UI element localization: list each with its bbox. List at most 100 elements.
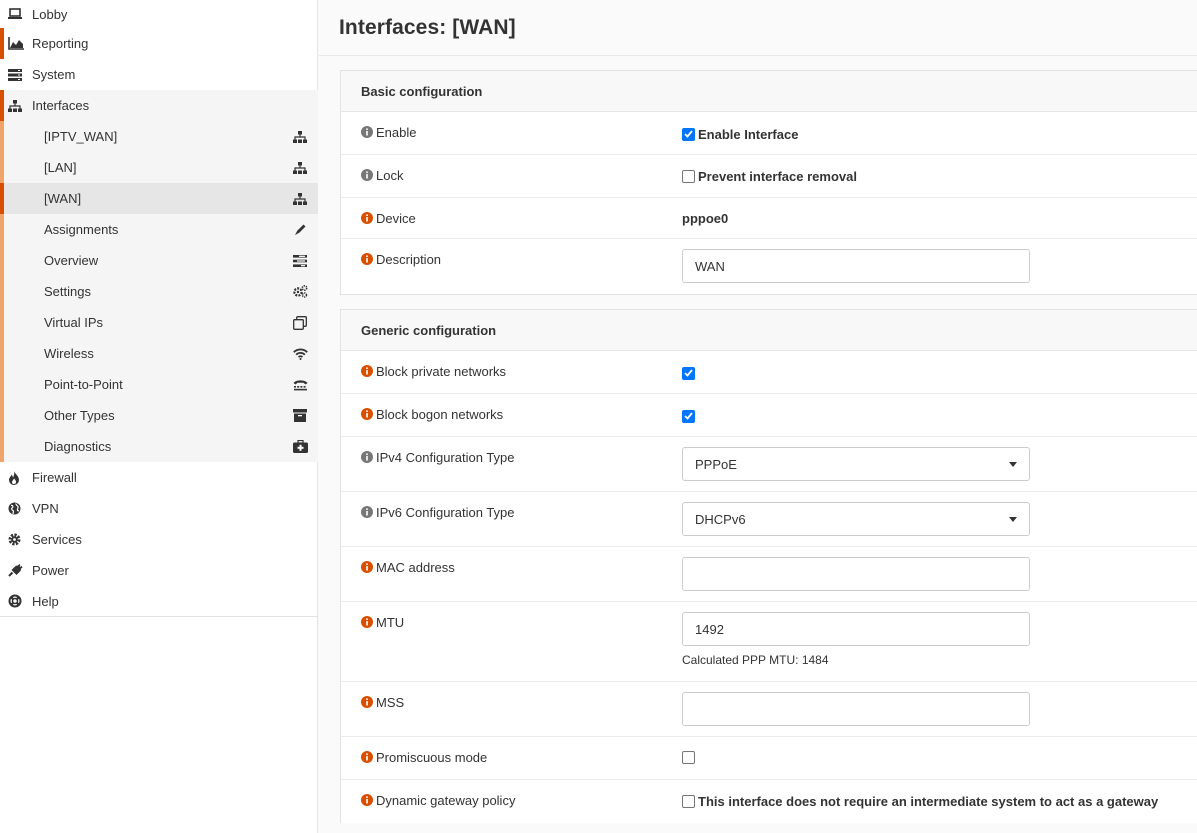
sidebar-item-wireless[interactable]: Wireless [0, 338, 318, 369]
mtu-row: MTU 1492 Calculated PPP MTU: 1484 [341, 602, 1197, 682]
enable-interface-label: Enable Interface [698, 126, 799, 142]
generic-configuration-panel: Generic configuration Block private netw… [340, 309, 1197, 823]
info-icon[interactable] [361, 751, 373, 763]
device-value: pppoe0 [682, 211, 729, 226]
field-value [682, 737, 1197, 779]
plug-icon [8, 564, 26, 577]
info-icon[interactable] [361, 451, 373, 463]
ipv4-type-select[interactable]: PPPoE [682, 447, 1030, 481]
description-input[interactable]: WAN [682, 249, 1030, 283]
sidebar-item-wan[interactable]: [WAN] [0, 183, 318, 214]
block-private-label: Block private networks [376, 364, 507, 379]
sidebar-item-help[interactable]: Help [0, 586, 318, 617]
sidebar-item-iptv-wan[interactable]: [IPTV_WAN] [0, 121, 318, 152]
sidebar-item-interfaces[interactable]: Interfaces [0, 90, 318, 121]
sidebar-item-lan[interactable]: [LAN] [0, 152, 318, 183]
info-icon[interactable] [361, 408, 373, 420]
field-label: Promiscuous mode [341, 737, 682, 779]
info-icon[interactable] [361, 794, 373, 806]
field-value [682, 394, 1197, 436]
sidebar-item-label: Help [32, 593, 59, 609]
ipv6-type-value: DHCPv6 [695, 511, 746, 527]
sidebar-item-label: [IPTV_WAN] [44, 129, 118, 144]
ipv6-type-row: IPv6 Configuration Type DHCPv6 [341, 492, 1197, 547]
sidebar-item-overview[interactable]: Overview [0, 245, 318, 276]
sidebar-item-firewall[interactable]: Firewall [0, 462, 318, 493]
field-label: IPv6 Configuration Type [341, 492, 682, 546]
dynamic-gateway-checkbox-group[interactable]: This interface does not require an inter… [682, 794, 1158, 809]
enable-interface-checkbox-group[interactable]: Enable Interface [682, 127, 798, 142]
info-icon[interactable] [361, 169, 373, 181]
device-row: Device pppoe0 [341, 198, 1197, 239]
sidebar-item-label: Other Types [44, 408, 115, 423]
sidebar-item-label: Lobby [32, 6, 68, 22]
sidebar-item-diagnostics[interactable]: Diagnostics [0, 431, 318, 462]
sidebar-item-services[interactable]: Services [0, 524, 318, 555]
sidebar-item-reporting[interactable]: Reporting [0, 28, 318, 59]
info-icon[interactable] [361, 212, 373, 224]
block-bogon-row: Block bogon networks [341, 394, 1197, 437]
field-label: Description [341, 239, 682, 294]
info-icon[interactable] [361, 126, 373, 138]
dynamic-gateway-checkbox[interactable] [682, 795, 695, 808]
sidebar-item-assignments[interactable]: Assignments [0, 214, 318, 245]
field-value: This interface does not require an inter… [682, 780, 1197, 823]
tasks-icon [292, 253, 308, 269]
info-icon[interactable] [361, 561, 373, 573]
sidebar-item-other-types[interactable]: Other Types [0, 400, 318, 431]
sidebar-item-label: Assignments [44, 222, 119, 237]
info-icon[interactable] [361, 253, 373, 265]
field-label: Block bogon networks [341, 394, 682, 436]
sidebar-item-system[interactable]: System [0, 59, 318, 90]
sidebar-item-label: Diagnostics [44, 439, 112, 454]
block-bogon-checkbox[interactable] [682, 409, 695, 423]
block-private-checkbox[interactable] [682, 366, 695, 380]
life-ring-icon [8, 594, 26, 608]
sidebar: Lobby Reporting System Interfaces [IPTV_… [0, 0, 318, 833]
field-label: IPv4 Configuration Type [341, 437, 682, 491]
wifi-icon [292, 346, 308, 362]
field-value: WAN [682, 239, 1197, 294]
mss-row: MSS [341, 682, 1197, 737]
enable-interface-checkbox[interactable] [682, 127, 695, 141]
sidebar-item-power[interactable]: Power [0, 555, 318, 586]
prevent-removal-checkbox[interactable] [682, 170, 695, 183]
ipv4-type-label: IPv4 Configuration Type [376, 450, 515, 465]
prevent-removal-checkbox-group[interactable]: Prevent interface removal [682, 169, 857, 184]
info-icon[interactable] [361, 506, 373, 518]
sidebar-item-virtual-ips[interactable]: Virtual IPs [0, 307, 318, 338]
laptop-icon [8, 8, 26, 20]
field-label: MSS [341, 682, 682, 736]
mtu-input[interactable]: 1492 [682, 612, 1030, 646]
sidebar-item-vpn[interactable]: VPN [0, 493, 318, 524]
sidebar-item-label: Services [32, 532, 82, 547]
sidebar-item-label: [LAN] [44, 160, 77, 175]
sidebar-item-point-to-point[interactable]: Point-to-Point [0, 369, 318, 400]
field-value: pppoe0 [682, 198, 1197, 238]
ipv6-type-select[interactable]: DHCPv6 [682, 502, 1030, 536]
field-label: MTU [341, 602, 682, 681]
interfaces-submenu: [IPTV_WAN] [LAN] [WAN] Assignments Overv… [0, 121, 318, 462]
clone-icon [292, 315, 308, 331]
sitemap-icon [292, 129, 308, 145]
info-icon[interactable] [361, 696, 373, 708]
sidebar-item-label: Interfaces [32, 98, 90, 113]
promiscuous-checkbox[interactable] [682, 751, 695, 764]
sitemap-icon [292, 191, 308, 207]
info-icon[interactable] [361, 365, 373, 377]
sidebar-item-settings[interactable]: Settings [0, 276, 318, 307]
sidebar-item-label: Firewall [32, 470, 77, 485]
promiscuous-row: Promiscuous mode [341, 737, 1197, 780]
sidebar-item-lobby[interactable]: Lobby [0, 0, 318, 28]
mss-input[interactable] [682, 692, 1030, 726]
sidebar-item-label: Point-to-Point [44, 377, 123, 392]
sidebar-item-label: Virtual IPs [44, 315, 104, 330]
info-icon[interactable] [361, 616, 373, 628]
field-value: DHCPv6 [682, 492, 1197, 546]
sidebar-item-label: System [32, 67, 76, 82]
promiscuous-label: Promiscuous mode [376, 750, 488, 765]
medkit-icon [292, 439, 308, 455]
prevent-removal-label: Prevent interface removal [698, 169, 857, 184]
field-value [682, 682, 1197, 736]
mac-address-input[interactable] [682, 557, 1030, 591]
